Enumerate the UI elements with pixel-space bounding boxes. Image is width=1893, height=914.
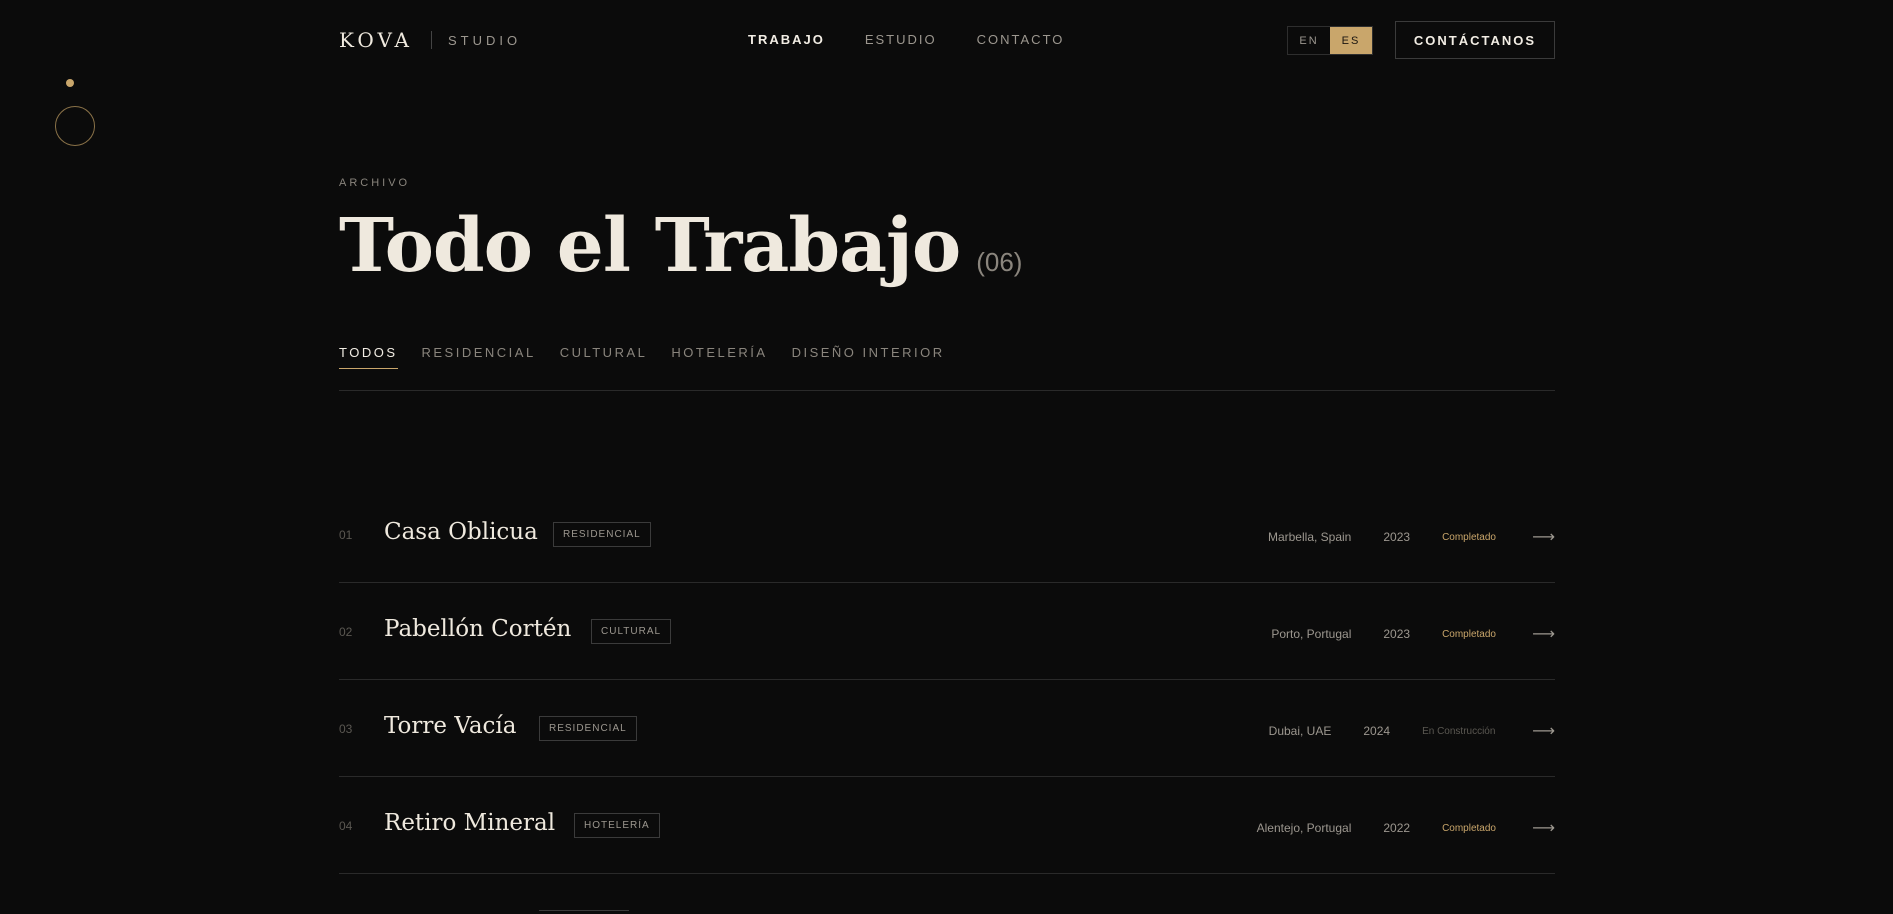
project-name[interactable]: Retiro Mineral — [384, 810, 555, 836]
title-row: Todo el Trabajo (06) — [339, 200, 1022, 292]
brand-subtitle: STUDIO — [447, 32, 522, 48]
project-meta: Alentejo, Portugal 2022 Completado ⟶ — [1257, 818, 1555, 838]
arrow-right-icon[interactable]: ⟶ — [1532, 624, 1555, 644]
project-name[interactable]: Torre Vacía — [384, 713, 516, 739]
project-status: Completado — [1442, 822, 1496, 834]
brand-logo[interactable]: KOVA — [339, 28, 413, 52]
cursor-dot-icon — [66, 79, 74, 87]
project-meta: Porto, Portugal 2023 Completado ⟶ — [1271, 624, 1555, 644]
contact-button[interactable]: CONTÁCTANOS — [1395, 21, 1555, 59]
filters-divider — [339, 390, 1555, 391]
project-meta: Dubai, UAE 2024 En Construcción ⟶ — [1269, 721, 1555, 741]
lang-en-button[interactable]: EN — [1288, 27, 1330, 54]
project-name[interactable]: Casa Oblicua — [384, 519, 538, 545]
project-name[interactable]: Pabellón Cortén — [384, 616, 571, 642]
project-number: 01 — [339, 528, 353, 542]
category-filters: TODOS RESIDENCIAL CULTURAL HOTELERÍA DIS… — [339, 345, 945, 369]
project-category-tag: RESIDENCIAL — [553, 522, 651, 547]
project-year: 2024 — [1363, 724, 1391, 738]
next-row-tag-edge — [539, 910, 629, 914]
project-category-tag: HOTELERÍA — [574, 813, 660, 838]
arrow-right-icon[interactable]: ⟶ — [1532, 818, 1555, 838]
project-list: 01 Casa Oblicua RESIDENCIAL Marbella, Sp… — [339, 486, 1555, 911]
project-meta: Marbella, Spain 2023 Completado ⟶ — [1268, 527, 1555, 547]
project-category-tag: CULTURAL — [591, 619, 672, 644]
language-switcher: EN ES — [1287, 26, 1373, 55]
project-location: Alentejo, Portugal — [1256, 821, 1352, 835]
lang-es-button[interactable]: ES — [1330, 27, 1372, 54]
project-location: Dubai, UAE — [1268, 724, 1332, 738]
project-number: 02 — [339, 625, 353, 639]
project-year: 2023 — [1383, 530, 1411, 544]
nav-item-trabajo[interactable]: TRABAJO — [748, 32, 825, 47]
project-category-tag: RESIDENCIAL — [539, 716, 637, 741]
filter-hoteleria[interactable]: HOTELERÍA — [671, 345, 767, 369]
project-row[interactable]: 01 Casa Oblicua RESIDENCIAL Marbella, Sp… — [339, 486, 1555, 583]
project-row[interactable]: 04 Retiro Mineral HOTELERÍA Alentejo, Po… — [339, 777, 1555, 874]
nav-item-contacto[interactable]: CONTACTO — [977, 32, 1065, 47]
page-container: KOVA STUDIO TRABAJO ESTUDIO CONTACTO EN … — [339, 0, 1555, 911]
project-number: 04 — [339, 819, 353, 833]
cursor-ring-icon — [55, 106, 95, 146]
project-status: Completado — [1442, 531, 1496, 543]
nav-item-estudio[interactable]: ESTUDIO — [865, 32, 937, 47]
project-year: 2022 — [1383, 821, 1411, 835]
brand[interactable]: KOVA STUDIO — [339, 28, 521, 52]
brand-divider — [430, 31, 432, 49]
project-year: 2023 — [1383, 627, 1411, 641]
project-number: 03 — [339, 722, 353, 736]
project-status: Completado — [1442, 628, 1496, 640]
project-status: En Construcción — [1422, 725, 1496, 737]
project-row[interactable]: 02 Pabellón Cortén CULTURAL Porto, Portu… — [339, 583, 1555, 680]
main-nav: TRABAJO ESTUDIO CONTACTO — [748, 32, 1064, 47]
filter-diseno-interior[interactable]: DISEÑO INTERIOR — [792, 345, 945, 369]
filter-cultural[interactable]: CULTURAL — [560, 345, 648, 369]
section-eyebrow: ARCHIVO — [339, 177, 411, 189]
site-header: KOVA STUDIO TRABAJO ESTUDIO CONTACTO EN … — [339, 0, 1555, 80]
filter-todos[interactable]: TODOS — [339, 345, 398, 369]
project-location: Porto, Portugal — [1271, 627, 1352, 641]
project-count: (06) — [976, 247, 1023, 277]
arrow-right-icon[interactable]: ⟶ — [1532, 527, 1555, 547]
arrow-right-icon[interactable]: ⟶ — [1532, 721, 1555, 741]
project-row[interactable]: 03 Torre Vacía RESIDENCIAL Dubai, UAE 20… — [339, 680, 1555, 777]
page-title: Todo el Trabajo — [339, 203, 961, 289]
project-location: Marbella, Spain — [1267, 530, 1352, 544]
filter-residencial[interactable]: RESIDENCIAL — [422, 345, 536, 369]
